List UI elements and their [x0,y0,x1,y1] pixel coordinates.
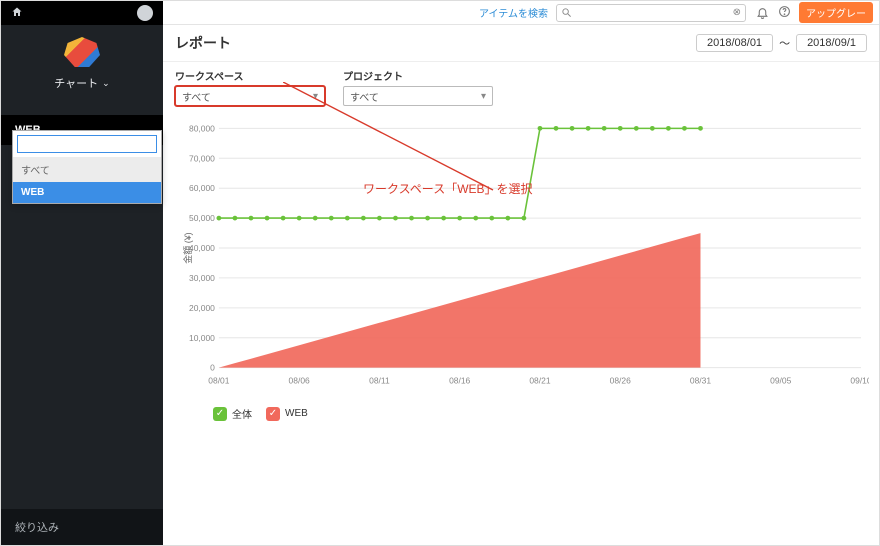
svg-text:08/01: 08/01 [208,376,229,386]
clear-search-icon[interactable]: ⊗ [733,7,741,18]
sidebar-filter-button[interactable]: 絞り込み [1,509,163,545]
dropdown-option-web[interactable]: WEB [13,182,161,203]
svg-text:金額 (¥): 金額 (¥) [182,232,193,263]
search-box[interactable]: ⊗ [556,4,746,22]
dropdown-option-all[interactable]: すべて [13,157,161,182]
filter-workspace-label: ワークスペース [175,68,325,83]
svg-text:80,000: 80,000 [189,123,215,133]
filter-workspace: ワークスペース すべて ▾ [175,68,325,106]
svg-text:70,000: 70,000 [189,153,215,163]
main-area: アイテムを検索 ⊗ アップグレー レポート 2018/08/01 〜 2018 [163,1,879,545]
svg-text:09/10: 09/10 [850,376,869,386]
legend-swatch-red: ✓ [266,407,280,421]
dropdown-search-wrap [13,131,161,157]
svg-text:0: 0 [210,363,215,373]
workspace-dropdown: すべて WEB [12,130,162,204]
svg-text:08/26: 08/26 [610,376,631,386]
svg-text:60,000: 60,000 [189,183,215,193]
sidebar-topbar [1,1,163,25]
chart-legend: ✓ 全体 ✓ WEB [181,400,869,421]
filters-row: ワークスペース すべて ▾ プロジェクト すべて ▾ [163,62,879,110]
sidebar: チャート ⌄ WEB 展示会 絞り込み [1,1,163,545]
workspace-select[interactable]: すべて ▾ [175,86,325,106]
sidebar-filter-label: 絞り込み [15,522,59,534]
workspace-switcher[interactable]: チャート ⌄ [54,75,109,91]
avatar[interactable] [137,5,153,21]
upgrade-button[interactable]: アップグレー [799,2,873,23]
legend-item-all[interactable]: ✓ 全体 [213,406,252,421]
filter-project-label: プロジェクト [343,68,493,83]
svg-text:08/31: 08/31 [690,376,711,386]
brand-block: チャート ⌄ [1,25,163,97]
project-select-value: すべて [350,89,379,104]
page-title: レポート [175,33,231,53]
svg-text:08/21: 08/21 [529,376,550,386]
title-bar: レポート 2018/08/01 〜 2018/09/1 [163,25,879,62]
date-range: 2018/08/01 〜 2018/09/1 [696,34,867,52]
chart-svg: 010,00020,00030,00040,00050,00060,00070,… [181,110,869,400]
svg-text:10,000: 10,000 [189,333,215,343]
help-icon[interactable] [778,5,791,21]
bell-icon[interactable] [754,5,770,21]
search-items-link[interactable]: アイテムを検索 [479,5,548,20]
svg-text:30,000: 30,000 [189,273,215,283]
annotation-text: ワークスペース「WEB」を選択 [363,180,533,197]
home-icon[interactable] [11,6,23,21]
search-icon [561,7,572,18]
svg-text:08/06: 08/06 [289,376,310,386]
chart-container: ワークスペース「WEB」を選択 010,00020,00030,00040,00… [163,110,879,545]
date-to[interactable]: 2018/09/1 [796,34,867,52]
date-separator: 〜 [779,35,790,51]
workspace-switcher-label: チャート [54,75,98,91]
brand-logo-icon [64,37,100,67]
project-select[interactable]: すべて ▾ [343,86,493,106]
legend-label: 全体 [232,406,252,421]
upgrade-label: アップグレー [806,9,866,20]
legend-label: WEB [285,408,308,419]
svg-text:20,000: 20,000 [189,303,215,313]
legend-swatch-green: ✓ [213,407,227,421]
svg-text:08/11: 08/11 [369,376,390,386]
svg-text:09/05: 09/05 [770,376,791,386]
chevron-down-icon: ⌄ [102,78,110,89]
workspace-select-value: すべて [182,89,211,104]
svg-text:50,000: 50,000 [189,213,215,223]
filter-project: プロジェクト すべて ▾ [343,68,493,106]
legend-item-web[interactable]: ✓ WEB [266,406,308,421]
dropdown-option-label: すべて [21,166,50,177]
search-input[interactable] [572,7,733,18]
date-from[interactable]: 2018/08/01 [696,34,773,52]
dropdown-option-label: WEB [21,187,44,198]
topbar: アイテムを検索 ⊗ アップグレー [163,1,879,25]
dropdown-search-input[interactable] [17,135,157,153]
caret-down-icon: ▾ [481,91,486,102]
svg-text:08/16: 08/16 [449,376,470,386]
caret-down-icon: ▾ [313,91,318,102]
